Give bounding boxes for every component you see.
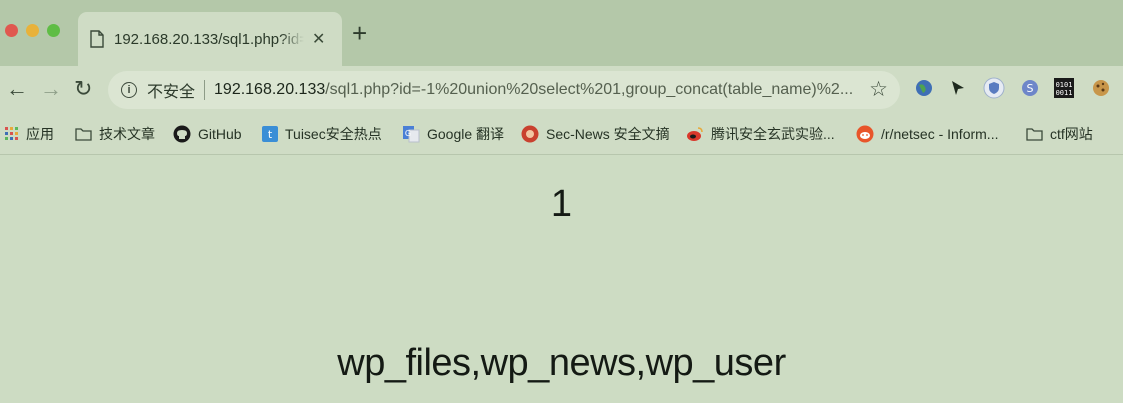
weibo-icon	[686, 126, 704, 142]
bookmark-star-icon[interactable]: ☆	[869, 77, 888, 102]
bookmark-ctf[interactable]: ctf网站	[1026, 114, 1093, 154]
query-output-id: 1	[550, 183, 573, 225]
folder-icon	[1026, 127, 1043, 141]
globe-extension-icon[interactable]	[913, 77, 935, 99]
bookmark-label: /r/netsec - Inform...	[881, 126, 999, 142]
bookmark-label: 技术文章	[99, 126, 155, 142]
bookmark-github[interactable]: GitHub	[173, 114, 242, 154]
reddit-icon	[856, 125, 874, 143]
address-bar[interactable]: i 不安全 192.168.20.133/sql1.php?id=-1%20un…	[108, 71, 900, 109]
cursor-extension-icon[interactable]	[947, 77, 969, 99]
github-icon	[173, 125, 191, 143]
shield-extension-icon[interactable]	[983, 77, 1005, 99]
back-button[interactable]: ←	[6, 76, 28, 102]
bookmark-google-translate[interactable]: G Google 翻译	[402, 114, 504, 154]
tab-strip: 192.168.20.133/sql1.php?id=-1%20union%20…	[0, 0, 1123, 66]
url-path: /sql1.php?id=-1%20union%20select%201,gro…	[325, 81, 854, 98]
binary-extension-icon[interactable]: 0101 0011	[1053, 77, 1075, 99]
security-status[interactable]: 不安全	[147, 78, 195, 102]
apps-grid-icon	[5, 127, 19, 141]
svg-text:0011: 0011	[1056, 89, 1073, 97]
bookmark-tech-articles[interactable]: 技术文章	[75, 114, 155, 154]
page-content: 1 wp_files,wp_news,wp_user	[0, 155, 1123, 403]
bookmark-sec-news[interactable]: Sec-News 安全文摘	[521, 114, 670, 154]
svg-text:G: G	[405, 129, 411, 138]
url-host: 192.168.20.133	[214, 81, 326, 98]
folder-icon	[75, 127, 92, 141]
bookmark-label: GitHub	[198, 126, 242, 142]
bookmark-label: Tuisec安全热点	[285, 126, 382, 142]
info-icon[interactable]: i	[121, 82, 137, 98]
toolbar: ← → ↻ i 不安全 192.168.20.133/sql1.php?id=-…	[0, 66, 1123, 114]
window-maximize-button[interactable]	[47, 24, 60, 37]
tab-title: 192.168.20.133/sql1.php?id=-1%20union%20…	[114, 30, 304, 48]
bookmark-label: 腾讯安全玄武实验...	[711, 126, 835, 142]
cookie-extension-icon[interactable]	[1090, 77, 1112, 99]
bookmark-apps[interactable]: 应用	[5, 114, 54, 154]
bookmark-label: 应用	[26, 126, 54, 142]
active-tab[interactable]: 192.168.20.133/sql1.php?id=-1%20union%20…	[78, 12, 342, 66]
bookmark-reddit-netsec[interactable]: /r/netsec - Inform...	[856, 114, 998, 154]
forward-button[interactable]: →	[40, 76, 62, 102]
svg-text:0101: 0101	[1056, 81, 1073, 89]
sec-news-icon	[521, 125, 539, 143]
bookmark-label: Google 翻译	[427, 126, 505, 142]
reload-button[interactable]: ↻	[74, 76, 92, 102]
bookmark-label: Sec-News 安全文摘	[546, 126, 670, 142]
bookmark-label: ctf网站	[1050, 126, 1093, 142]
close-icon[interactable]: ✕	[312, 29, 325, 49]
url-text[interactable]: 192.168.20.133/sql1.php?id=-1%20union%20…	[214, 81, 854, 99]
window-close-button[interactable]	[5, 24, 18, 37]
page-icon	[90, 30, 104, 48]
new-tab-button[interactable]: +	[352, 20, 367, 46]
tuisec-icon: t	[262, 126, 278, 142]
google-translate-icon: G	[402, 125, 420, 143]
svg-text:S: S	[1027, 82, 1034, 95]
s-extension-icon[interactable]: S	[1019, 77, 1041, 99]
bookmark-tencent-xuanwu[interactable]: 腾讯安全玄武实验...	[686, 114, 835, 154]
bookmarks-bar: 应用 技术文章 GitHub t Tuisec安全热点 G Google 翻译 …	[0, 114, 1123, 155]
svg-text:t: t	[268, 128, 273, 141]
bookmark-tuisec[interactable]: t Tuisec安全热点	[262, 114, 382, 154]
query-output-tables: wp_files,wp_news,wp_user	[337, 342, 786, 384]
divider	[204, 80, 206, 100]
window-minimize-button[interactable]	[26, 24, 39, 37]
